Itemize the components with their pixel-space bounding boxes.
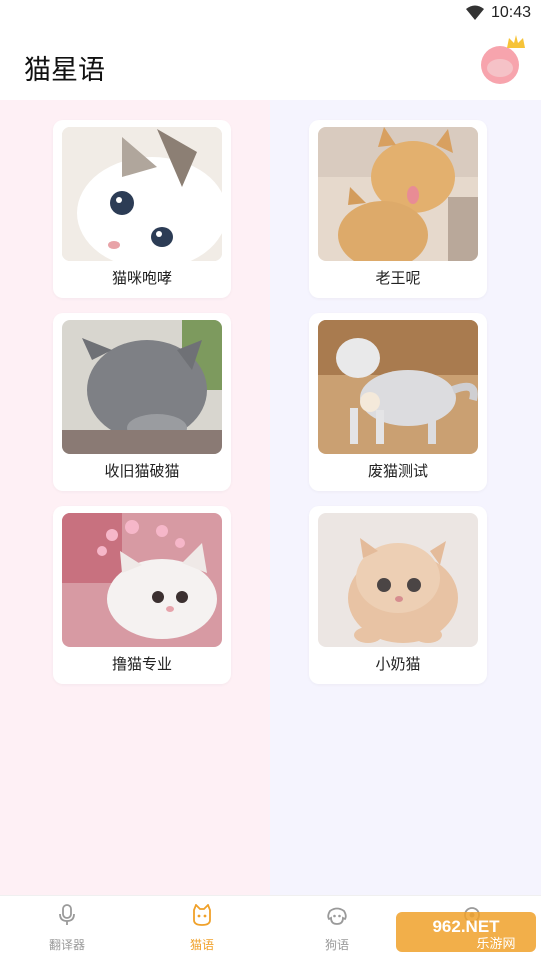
- dog-face-icon: [327, 907, 347, 925]
- avatar[interactable]: [481, 35, 525, 84]
- tab-label: 猫语: [189, 938, 214, 952]
- card-pet-cat-pro[interactable]: 撸猫专业: [53, 506, 231, 684]
- watermark-text-bottom: 乐游网: [476, 937, 515, 952]
- kitten-blue-eyes-photo: [62, 127, 222, 261]
- card-label: 猫咪咆哮: [111, 269, 172, 287]
- app-bar: 猫星语: [0, 30, 541, 100]
- card-old-wang[interactable]: 老王呢: [309, 120, 487, 298]
- site-watermark: 962.NET 乐游网: [391, 908, 541, 956]
- silver-tabby-cat-photo: [318, 320, 478, 454]
- tab-cat-language[interactable]: 猫语: [157, 903, 247, 953]
- two-orange-cats-photo: [318, 127, 478, 261]
- pig-face-icon: [487, 59, 513, 77]
- microphone-icon: [59, 904, 75, 925]
- status-time: 10:43: [490, 4, 531, 21]
- card-label: 老王呢: [375, 269, 421, 287]
- status-bar: 10:43: [0, 0, 541, 30]
- wifi-icon: [465, 5, 484, 20]
- page-title: 猫星语: [24, 55, 105, 86]
- crown-icon: [507, 35, 525, 48]
- card-label: 撸猫专业: [111, 655, 172, 673]
- card-waste-cat-test[interactable]: 废猫测试: [309, 313, 487, 491]
- cat-face-icon: [193, 903, 211, 926]
- white-kitten-hearts-photo: [62, 513, 222, 647]
- watermark-text-top: 962.NET: [432, 917, 500, 936]
- card-cat-roar[interactable]: 猫咪咆哮: [53, 120, 231, 298]
- tab-dog-language[interactable]: 狗语: [292, 904, 382, 953]
- tab-translator[interactable]: 翻译器: [22, 904, 112, 953]
- card-label: 小奶猫: [375, 655, 421, 673]
- card-collect-old-cats[interactable]: 收旧猫破猫: [53, 313, 231, 491]
- card-baby-kitten[interactable]: 小奶猫: [309, 506, 487, 684]
- status-right: 10:43: [465, 4, 531, 22]
- tab-label: 翻译器: [48, 938, 85, 952]
- card-label: 废猫测试: [367, 462, 428, 480]
- fluffy-orange-kitten-photo: [318, 513, 478, 647]
- tab-label: 狗语: [324, 938, 349, 952]
- card-label: 收旧猫破猫: [104, 462, 180, 480]
- grey-cat-hiding-photo: [62, 320, 222, 454]
